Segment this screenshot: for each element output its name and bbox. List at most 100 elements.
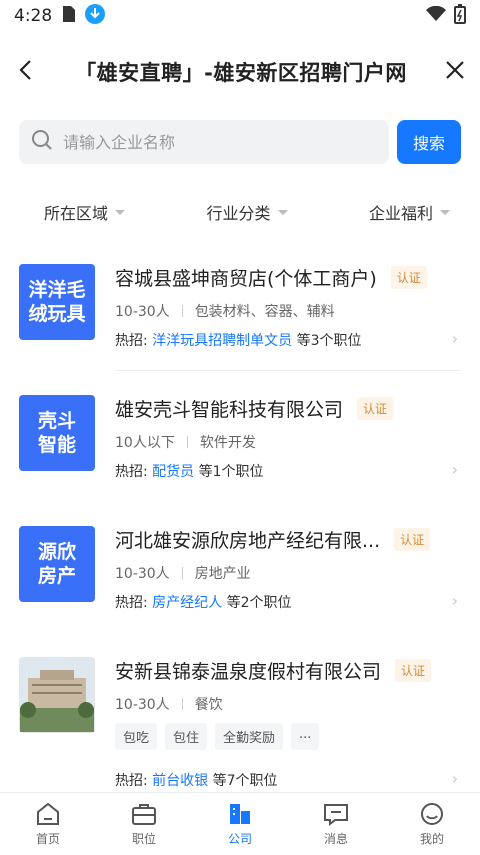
tab-messages[interactable]: 消息 [288, 793, 384, 855]
logo-text: 洋洋毛 [28, 279, 86, 301]
welfare-tag-more: ... [291, 723, 320, 750]
hot-job-link[interactable]: 配货员 [152, 464, 194, 480]
bottom-tab-bar: 首页 职位 公司 消息 我的 [0, 792, 480, 855]
search-input[interactable] [63, 132, 363, 152]
caret-down-icon [439, 209, 450, 215]
sim-icon [62, 5, 76, 28]
logo-text: 绒玩具 [28, 303, 86, 325]
company-logo-photo [19, 657, 95, 733]
verified-badge: 认证 [394, 528, 431, 551]
company-list: 洋洋毛 绒玩具 容城县盛坤商贸店(个体工商户) 认证 10-30人 包装材料、容器、辅… [0, 264, 480, 790]
divider [115, 501, 461, 502]
search-button[interactable]: 搜索 [397, 120, 461, 164]
smile-icon [421, 802, 443, 825]
status-time: 4:28 [14, 6, 53, 26]
company-card[interactable]: 洋洋毛 绒玩具 容城县盛坤商贸店(个体工商户) 认证 10-30人 包装材料、容器、辅… [0, 264, 480, 350]
hot-job-link[interactable]: 前台收银 [152, 773, 208, 789]
filter-region[interactable]: 所在区域 [44, 200, 126, 224]
logo-text: 房产 [37, 565, 76, 587]
chevron-right-icon: › [451, 769, 458, 788]
tab-label: 公司 [227, 831, 252, 846]
chevron-right-icon: › [451, 591, 458, 610]
wifi-icon [426, 5, 446, 27]
hot-job-link[interactable]: 洋洋玩具招聘制单文员 [152, 333, 292, 349]
logo-text: 壳斗 [37, 410, 76, 432]
close-icon[interactable] [444, 59, 466, 85]
company-industry: 包装材料、容器、辅料 [194, 304, 335, 320]
hot-count: 等2个职位 [226, 595, 292, 611]
filter-bar: 所在区域 行业分类 企业福利 [0, 200, 480, 224]
tab-home[interactable]: 首页 [0, 793, 96, 855]
search-icon [31, 129, 53, 155]
hot-label: 热招: [115, 464, 148, 480]
hot-label: 热招: [115, 333, 148, 349]
company-name: 容城县盛坤商贸店(个体工商户) [115, 268, 377, 290]
company-industry: 餐饮 [194, 697, 223, 713]
battery-icon [454, 3, 466, 29]
tab-label: 职位 [131, 831, 156, 846]
company-size: 10-30人 [115, 304, 170, 320]
filter-welfare[interactable]: 企业福利 [369, 200, 450, 224]
hot-count: 等3个职位 [296, 333, 362, 349]
download-icon [84, 3, 106, 30]
company-size: 10-30人 [115, 697, 170, 713]
hotel-building-image [20, 658, 94, 732]
meta-divider [181, 305, 183, 317]
tab-jobs[interactable]: 职位 [96, 793, 192, 855]
tab-label: 消息 [323, 831, 348, 846]
company-size: 10人以下 [115, 435, 175, 451]
tab-label: 首页 [35, 831, 60, 846]
meta-divider [186, 436, 188, 448]
title-bar: 「雄安直聘」-雄安新区招聘门户网 [0, 32, 480, 112]
page-title: 「雄安直聘」-雄安新区招聘门户网 [75, 61, 407, 85]
hot-label: 热招: [115, 773, 148, 789]
verified-badge: 认证 [357, 397, 394, 420]
tab-company[interactable]: 公司 [192, 793, 288, 855]
company-name: 雄安壳斗智能科技有限公司 [115, 399, 344, 421]
chevron-right-icon: › [451, 329, 458, 348]
company-card[interactable]: 源欣 房产 河北雄安源欣房地产经纪有限... 认证 10-30人 房地产业 热招: 房… [0, 526, 480, 612]
hot-count: 等7个职位 [212, 773, 278, 789]
company-name: 安新县锦泰温泉度假村有限公司 [115, 661, 382, 683]
meta-divider [181, 567, 183, 579]
tab-profile[interactable]: 我的 [384, 793, 480, 855]
company-name: 河北雄安源欣房地产经纪有限... [115, 530, 381, 552]
message-icon [324, 803, 348, 826]
welfare-tags: 包吃 包住 全勤奖励 ... [115, 723, 461, 750]
home-icon [37, 802, 59, 825]
filter-label: 行业分类 [206, 204, 271, 223]
chevron-right-icon: › [451, 460, 458, 479]
company-logo: 源欣 房产 [19, 526, 95, 602]
company-logo: 洋洋毛 绒玩具 [19, 264, 95, 340]
caret-down-icon [115, 209, 126, 215]
filter-industry[interactable]: 行业分类 [206, 200, 288, 224]
logo-text: 源欣 [37, 541, 76, 563]
company-industry: 软件开发 [199, 435, 256, 451]
tab-label: 我的 [419, 831, 444, 846]
divider [115, 632, 461, 633]
briefcase-icon [132, 803, 156, 825]
search-box [19, 120, 389, 164]
welfare-tag: 包住 [165, 723, 208, 750]
hot-label: 热招: [115, 595, 148, 611]
logo-text: 智能 [37, 434, 76, 456]
divider [115, 370, 461, 371]
building-icon [230, 803, 250, 824]
caret-down-icon [277, 209, 288, 215]
status-bar: 4:28 [0, 0, 480, 32]
verified-badge: 认证 [390, 266, 427, 289]
filter-label: 所在区域 [44, 204, 109, 223]
company-logo: 壳斗 智能 [19, 395, 95, 471]
company-card[interactable]: 安新县锦泰温泉度假村有限公司 认证 10-30人 餐饮 包吃 包住 全勤奖励 ...… [0, 657, 480, 790]
company-industry: 房地产业 [194, 566, 251, 582]
search-row: 搜索 [0, 120, 480, 164]
welfare-tag: 全勤奖励 [215, 723, 284, 750]
welfare-tag: 包吃 [115, 723, 158, 750]
meta-divider [181, 698, 183, 710]
verified-badge: 认证 [395, 659, 432, 682]
back-icon[interactable] [14, 58, 38, 86]
company-card[interactable]: 壳斗 智能 雄安壳斗智能科技有限公司 认证 10人以下 软件开发 热招: 配货员 等1… [0, 395, 480, 481]
company-size: 10-30人 [115, 566, 170, 582]
hot-job-link[interactable]: 房产经纪人 [152, 595, 222, 611]
hot-count: 等1个职位 [198, 464, 264, 480]
